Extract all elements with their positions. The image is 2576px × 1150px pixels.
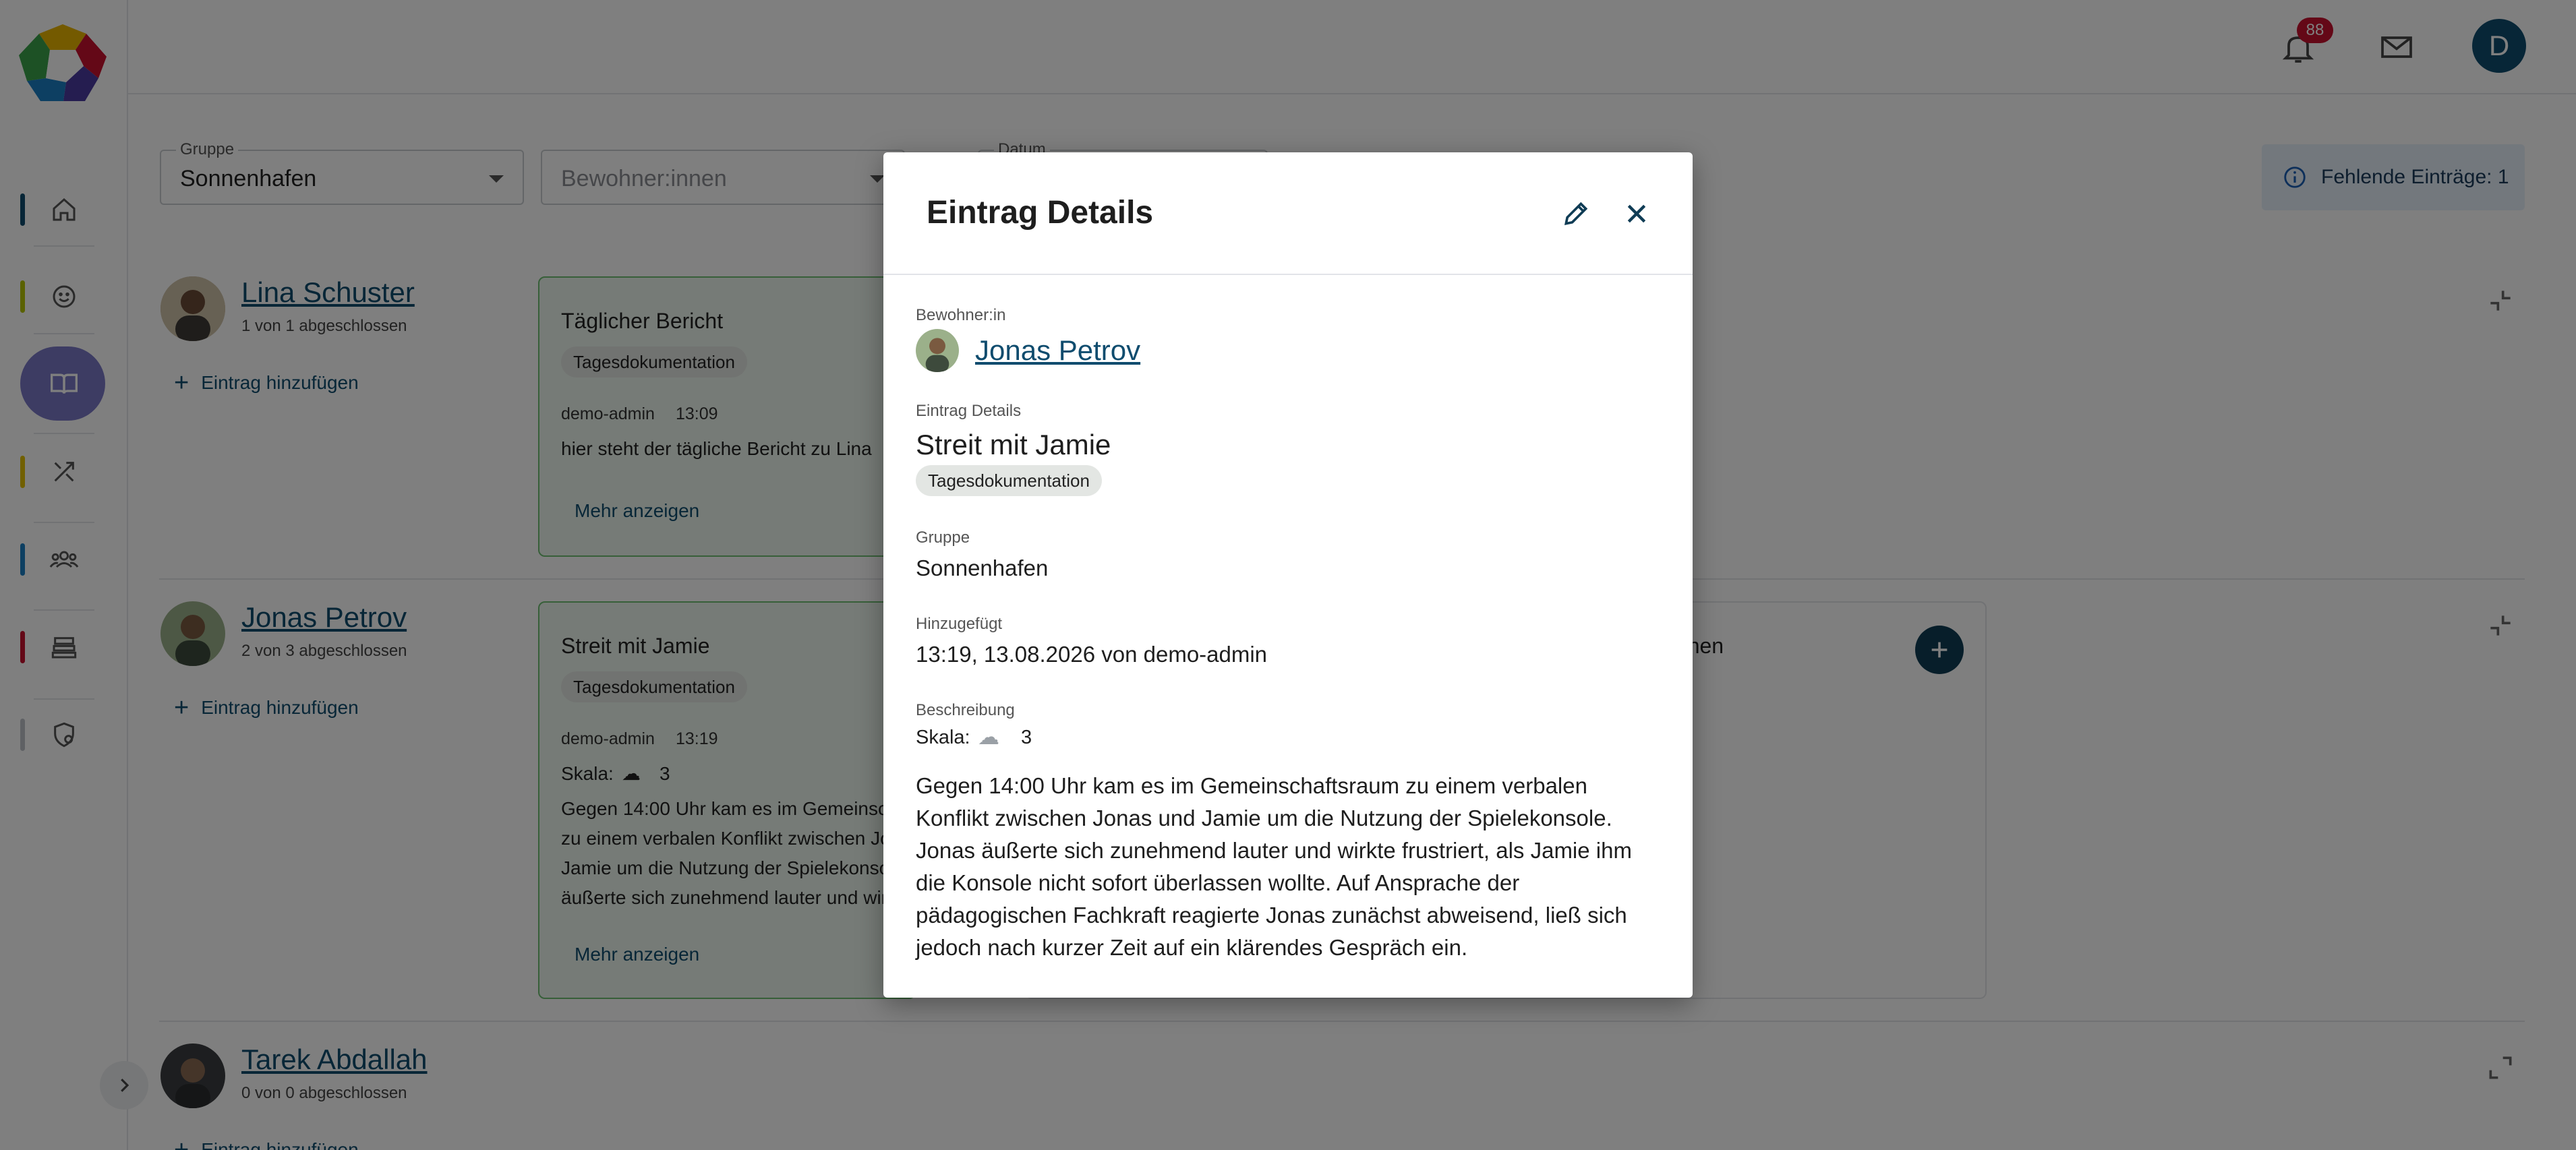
- avatar: [916, 329, 959, 372]
- resident-label: Bewohner:in: [916, 306, 1006, 324]
- description-label: Beschreibung: [916, 701, 1015, 719]
- group-label: Gruppe: [916, 528, 970, 547]
- pencil-icon: [1564, 202, 1588, 226]
- dialog-header: Eintrag Details: [883, 152, 1693, 275]
- group-value: Sonnenhafen: [916, 555, 1049, 580]
- entry-title: Streit mit Jamie: [916, 429, 1111, 460]
- entry-details-label: Eintrag Details: [916, 402, 1022, 420]
- resident-name-link[interactable]: Jonas Petrov: [975, 334, 1140, 367]
- close-icon: [1627, 204, 1646, 223]
- added-label: Hinzugefügt: [916, 615, 1003, 633]
- added-value: 13:19, 13.08.2026 von demo-admin: [916, 642, 1268, 667]
- entry-description: Gegen 14:00 Uhr kam es im Gemeinschaftsr…: [916, 773, 1632, 960]
- scale-label: Skala:: [916, 727, 970, 748]
- storm-cloud-icon: ☁: [978, 725, 999, 749]
- dialog-title: Eintrag Details: [927, 195, 1154, 231]
- scale-value: 3: [1021, 727, 1032, 748]
- close-button[interactable]: [1618, 195, 1655, 232]
- entry-tag: Tagesdokumentation: [916, 465, 1102, 496]
- edit-button[interactable]: [1558, 195, 1594, 232]
- entry-details-dialog: Eintrag Details Bewohner:in Jonas Petrov…: [883, 152, 1693, 998]
